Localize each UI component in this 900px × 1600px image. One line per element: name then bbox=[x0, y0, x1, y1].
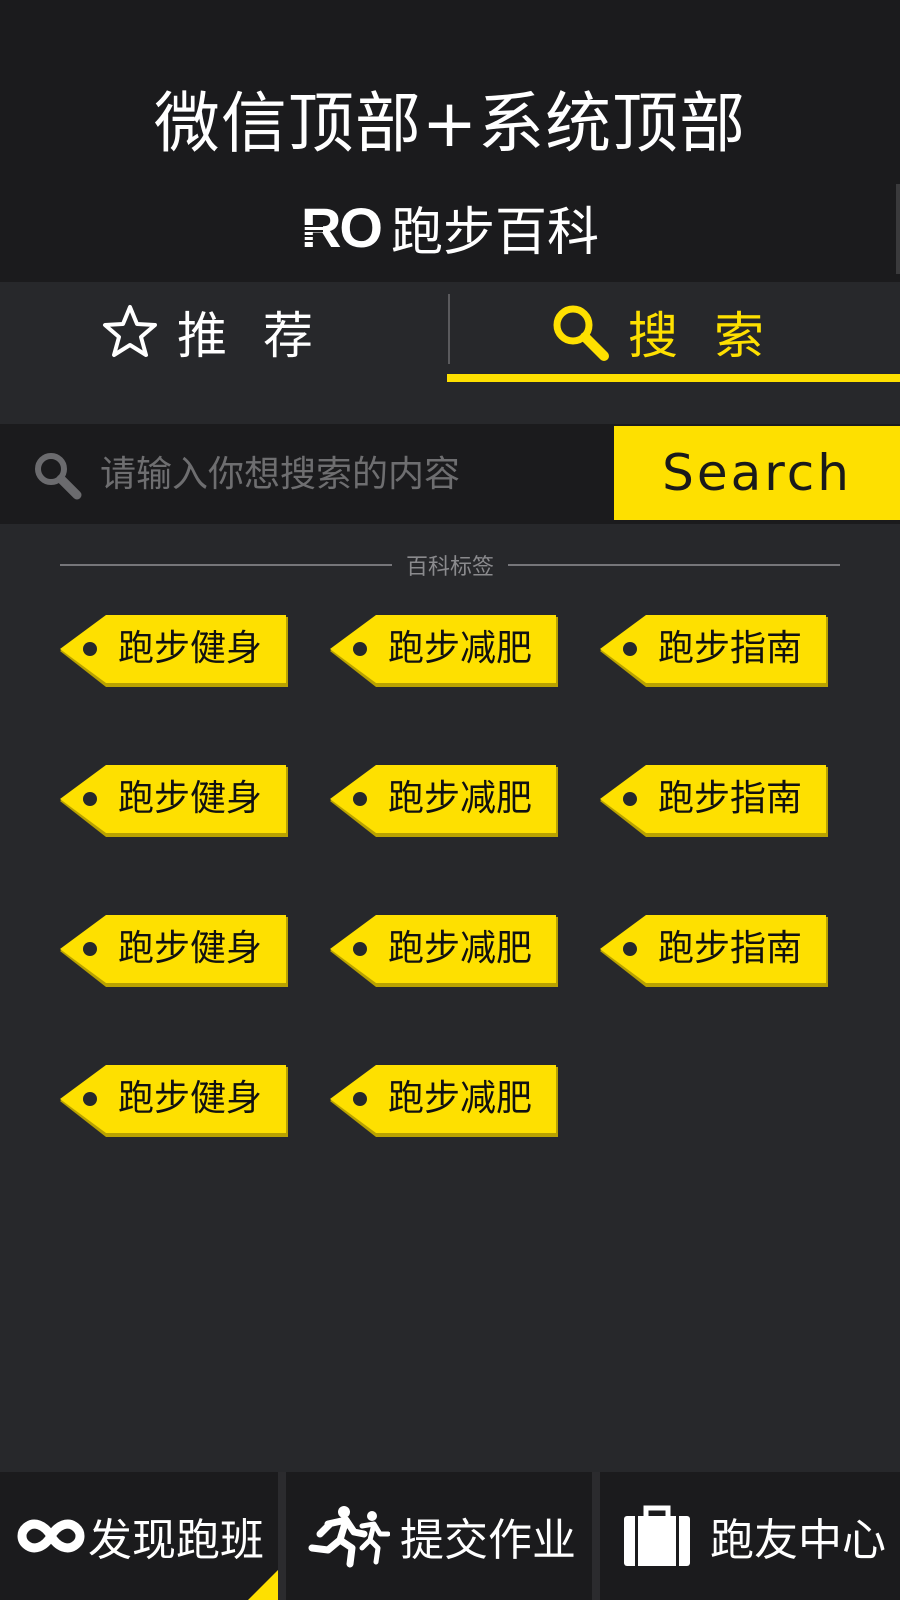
search-bar: Search bbox=[0, 424, 900, 524]
tag-hole bbox=[623, 642, 637, 656]
tag-hole bbox=[623, 942, 637, 956]
tag-item[interactable]: 跑步健身 bbox=[60, 1065, 290, 1137]
tag-item[interactable]: 跑步健身 bbox=[60, 765, 290, 837]
magnifier-icon bbox=[35, 453, 82, 500]
tab-recommend[interactable]: 推荐 bbox=[0, 282, 450, 382]
nav-item-runners-center[interactable]: 跑友中心 bbox=[600, 1472, 900, 1600]
nav-label-discover: 发现跑班 bbox=[88, 1515, 264, 1566]
brand: RO 跑步百科 bbox=[0, 195, 900, 263]
tag-hole bbox=[83, 642, 97, 656]
tag-label: 跑步指南 bbox=[658, 628, 803, 669]
tag-item[interactable]: 跑步指南 bbox=[600, 915, 830, 987]
infinity-icon bbox=[17, 1519, 85, 1553]
divider-line-right bbox=[508, 564, 841, 566]
tag-item[interactable]: 跑步健身 bbox=[60, 915, 290, 987]
tab-search-label: 搜索 bbox=[628, 307, 800, 365]
tag-label: 跑步指南 bbox=[658, 778, 803, 819]
tag-item[interactable]: 跑步减肥 bbox=[330, 615, 560, 687]
tag-item[interactable]: 跑步指南 bbox=[600, 765, 830, 837]
tag-hole bbox=[83, 1092, 97, 1106]
system-header: 微信顶部+系统顶部 RO 跑步百科 bbox=[0, 0, 900, 282]
system-header-title: 微信顶部+系统顶部 bbox=[153, 85, 747, 162]
search-field-icon bbox=[32, 450, 82, 500]
bottom-nav: 发现跑班 提交作业 跑友中心 bbox=[0, 1472, 900, 1600]
tag-label: 跑步减肥 bbox=[388, 628, 533, 669]
nav-item-discover[interactable]: 发现跑班 bbox=[0, 1472, 278, 1600]
nav-item-submit[interactable]: 提交作业 bbox=[286, 1472, 592, 1600]
section-heading: 百科标签 bbox=[60, 548, 841, 582]
tag-label: 跑步减肥 bbox=[388, 928, 533, 969]
tab-bar: 推荐 搜索 bbox=[0, 282, 900, 382]
brand-logo: RO bbox=[300, 195, 383, 259]
active-tab-indicator bbox=[447, 374, 900, 382]
search-button[interactable]: Search bbox=[614, 426, 900, 520]
search-icon bbox=[553, 305, 609, 361]
scroll-indicator bbox=[896, 184, 900, 274]
briefcase-icon bbox=[624, 1505, 690, 1566]
star-icon bbox=[103, 305, 157, 357]
nav-label-submit: 提交作业 bbox=[400, 1515, 576, 1566]
tag-label: 跑步健身 bbox=[118, 628, 263, 669]
tag-list: 跑步健身 跑步减肥 跑步指南 跑步健身 跑步减肥 跑步指南 跑步健身 跑步减肥 跑步指南 跑步健身… bbox=[60, 615, 860, 1137]
tag-label: 跑步健身 bbox=[118, 778, 263, 819]
section-heading-text: 百科标签 bbox=[406, 555, 495, 580]
tag-hole bbox=[83, 942, 97, 956]
tab-search[interactable]: 搜索 bbox=[450, 282, 900, 382]
tag-item[interactable]: 跑步减肥 bbox=[330, 765, 560, 837]
tag-item[interactable]: 跑步减肥 bbox=[330, 1065, 560, 1137]
tag-hole bbox=[353, 642, 367, 656]
search-input[interactable] bbox=[100, 444, 600, 504]
tag-item[interactable]: 跑步指南 bbox=[600, 615, 830, 687]
tag-item[interactable]: 跑步健身 bbox=[60, 615, 290, 687]
tag-hole bbox=[83, 792, 97, 806]
tag-hole bbox=[623, 792, 637, 806]
runners-icon bbox=[308, 1506, 390, 1568]
tag-label: 跑步健身 bbox=[118, 1078, 263, 1119]
tag-hole bbox=[353, 1092, 367, 1106]
divider-line-left bbox=[60, 564, 392, 566]
tag-label: 跑步健身 bbox=[118, 928, 263, 969]
tag-label: 跑步指南 bbox=[658, 928, 803, 969]
brand-name: 跑步百科 bbox=[390, 202, 599, 263]
tag-label: 跑步减肥 bbox=[388, 778, 533, 819]
tab-recommend-label: 推荐 bbox=[177, 307, 349, 365]
nav-label-runners-center: 跑友中心 bbox=[710, 1515, 886, 1566]
tag-label: 跑步减肥 bbox=[388, 1078, 533, 1119]
nav-separator bbox=[278, 1472, 286, 1600]
active-corner-indicator bbox=[248, 1570, 278, 1600]
tag-item[interactable]: 跑步减肥 bbox=[330, 915, 560, 987]
nav-separator bbox=[592, 1472, 600, 1600]
tag-hole bbox=[353, 792, 367, 806]
tag-hole bbox=[353, 942, 367, 956]
